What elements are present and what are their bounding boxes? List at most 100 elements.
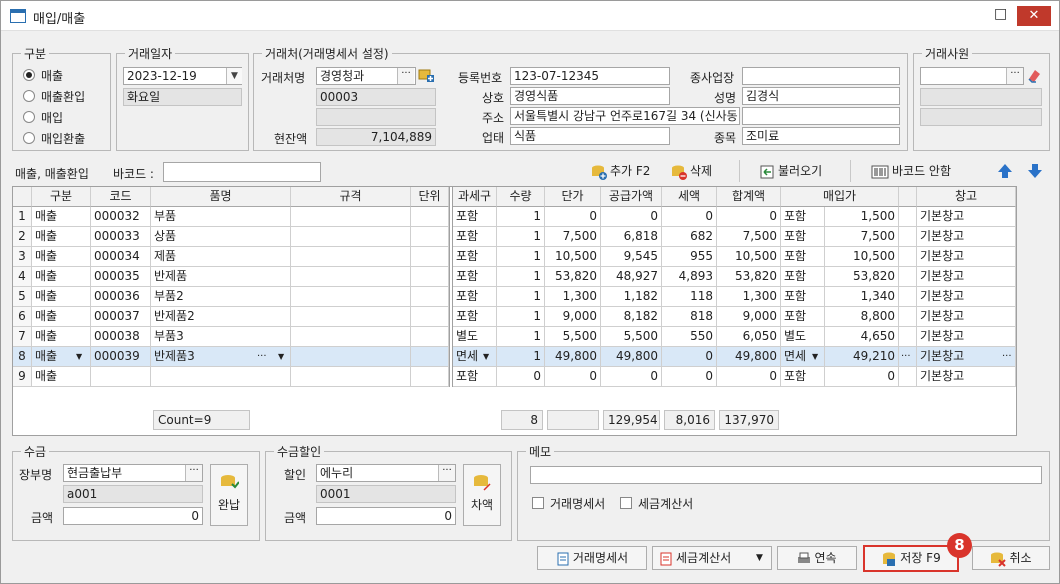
add-partner-icon[interactable] [418,67,434,83]
cell-gubun[interactable]: 매출 [32,247,91,267]
cell-unit[interactable] [411,267,449,287]
radio-purchase-return-label[interactable]: 매입환출 [41,130,85,147]
tax-invoice-checkbox-label[interactable]: 세금계산서 [638,495,693,512]
cell-spec[interactable] [291,267,411,287]
table-row[interactable]: 5 매출 000036 부품2 포함 1 1,300 1,182 118 1,300 포함 1,340… [13,287,1016,307]
cell-tax-type[interactable]: 포함 [453,267,497,287]
cell-supply[interactable]: 49,800 [601,347,662,367]
ceo-input[interactable]: 김경식 [742,87,900,105]
cell-tax-type[interactable]: 면세 [453,347,497,367]
cell-gubun[interactable]: 매출 [32,227,91,247]
col-warehouse[interactable]: 창고 [917,187,1016,207]
cell-warehouse[interactable]: 기본창고 [917,307,1016,327]
cell-item-name[interactable]: 제품 [151,247,291,267]
move-up-icon[interactable] [997,163,1013,179]
col-unit[interactable]: 단위 [411,187,449,207]
cell-warehouse[interactable]: 기본창고 [917,267,1016,287]
cell-code[interactable] [91,367,151,387]
cell-purchase-tax-type[interactable]: 포함 [781,227,825,247]
cell-purchase-price[interactable]: 8,800 [825,307,899,327]
address-extra-input[interactable] [742,107,900,125]
cell-unit-price[interactable]: 53,820 [545,267,601,287]
chevron-down-icon[interactable]: ▼ [812,349,818,365]
close-button[interactable]: ✕ [1017,6,1051,26]
col-purchase-price[interactable]: 매입가 [781,187,899,207]
table-row[interactable]: 2 매출 000033 상품 포함 1 7,500 6,818 682 7,500 포함 7,500 기… [13,227,1016,247]
cell-item-name[interactable]: 부품3 [151,327,291,347]
cell-spec[interactable] [291,227,411,247]
ellipsis-icon[interactable]: ··· [257,349,267,365]
col-item-name[interactable]: 품명 [151,187,291,207]
cell-warehouse[interactable]: 기본창고 [917,367,1016,387]
table-row[interactable]: 9 매출 포함 0 0 0 0 0 포함 0 기본창고 [13,367,1016,387]
cell-warehouse[interactable]: 기본창고 [917,327,1016,347]
cell-tax-type[interactable]: 포함 [453,227,497,247]
cell-unit[interactable] [411,247,449,267]
radio-sale-return[interactable] [23,90,35,102]
cell-purchase-price[interactable]: 0 [825,367,899,387]
discount-input[interactable]: 에누리 [316,464,456,482]
table-row[interactable]: 7 매출 000038 부품3 별도 1 5,500 5,500 550 6,050 별도 4,650… [13,327,1016,347]
receipt-amount-input[interactable]: 0 [63,507,203,525]
table-row[interactable]: 1 매출 000032 부품 포함 1 0 0 0 0 포함 1,500 기본창고 [13,207,1016,227]
col-tax[interactable]: 세액 [662,187,717,207]
cell-tax-type[interactable]: 포함 [453,367,497,387]
col-tax-type[interactable]: 과세구 [453,187,497,207]
cell-purchase-tax-type[interactable]: 별도 [781,327,825,347]
col-gubun[interactable]: 구분 [32,187,91,207]
cell-purchase-price[interactable]: 7,500 [825,227,899,247]
cell-qty[interactable]: 1 [497,287,545,307]
cell-spec[interactable] [291,307,411,327]
cell-code[interactable]: 000039 [91,347,151,367]
cell-item-name[interactable]: 부품2 [151,287,291,307]
chevron-down-icon[interactable]: ▼ [483,349,489,365]
cell-tax[interactable]: 955 [662,247,717,267]
cell-total[interactable]: 49,800 [717,347,781,367]
cell-code[interactable]: 000037 [91,307,151,327]
chevron-down-icon[interactable]: ▼ [226,68,242,84]
chevron-down-icon[interactable]: ▼ [756,547,763,569]
radio-purchase-return[interactable] [23,132,35,144]
cell-qty[interactable]: 1 [497,347,545,367]
cell-purchase-price[interactable]: 4,650 [825,327,899,347]
cell-tax[interactable]: 0 [662,207,717,227]
difference-button[interactable]: 차액 [463,464,501,526]
move-down-icon[interactable] [1027,163,1043,179]
ellipsis-icon[interactable]: ··· [1002,349,1012,365]
item-input[interactable]: 조미료 [742,127,900,145]
items-grid[interactable]: 구분 코드 품명 규격 단위 과세구 수량 단가 공급가액 세액 합계액 매입가… [12,186,1017,436]
cell-qty[interactable]: 1 [497,327,545,347]
barcode-input[interactable] [163,162,321,182]
cell-supply[interactable]: 1,182 [601,287,662,307]
cell-code[interactable]: 000038 [91,327,151,347]
trade-date-input[interactable]: 2023-12-19 [123,67,242,85]
cell-unit[interactable] [411,307,449,327]
cell-warehouse[interactable]: 기본창고 [917,287,1016,307]
statement-checkbox-label[interactable]: 거래명세서 [550,495,605,512]
cell-purchase-tax-type[interactable]: 포함 [781,367,825,387]
memo-input[interactable] [530,466,1042,484]
cell-spec[interactable] [291,247,411,267]
full-payment-button[interactable]: 완납 [210,464,248,526]
cell-qty[interactable]: 1 [497,247,545,267]
cell-purchase-price[interactable]: 10,500 [825,247,899,267]
cell-gubun[interactable]: 매출 [32,287,91,307]
cell-tax[interactable]: 0 [662,367,717,387]
cell-gubun[interactable]: 매출 [32,367,91,387]
radio-purchase-label[interactable]: 매입 [41,109,63,126]
cell-qty[interactable]: 1 [497,227,545,247]
cell-total[interactable]: 53,820 [717,267,781,287]
cell-tax[interactable]: 818 [662,307,717,327]
discount-amount-input[interactable]: 0 [316,507,456,525]
cell-total[interactable]: 0 [717,207,781,227]
cell-unit[interactable] [411,207,449,227]
eraser-icon[interactable] [1026,67,1042,83]
cell-unit-price[interactable]: 7,500 [545,227,601,247]
cell-supply[interactable]: 0 [601,367,662,387]
cell-gubun[interactable]: 매출 [32,207,91,227]
statement-button[interactable]: 거래명세서 [537,546,647,570]
col-total[interactable]: 합계액 [717,187,781,207]
cell-purchase-tax-type[interactable]: 포함 [781,307,825,327]
sub-workplace-input[interactable] [742,67,900,85]
col-spec[interactable]: 규격 [291,187,411,207]
